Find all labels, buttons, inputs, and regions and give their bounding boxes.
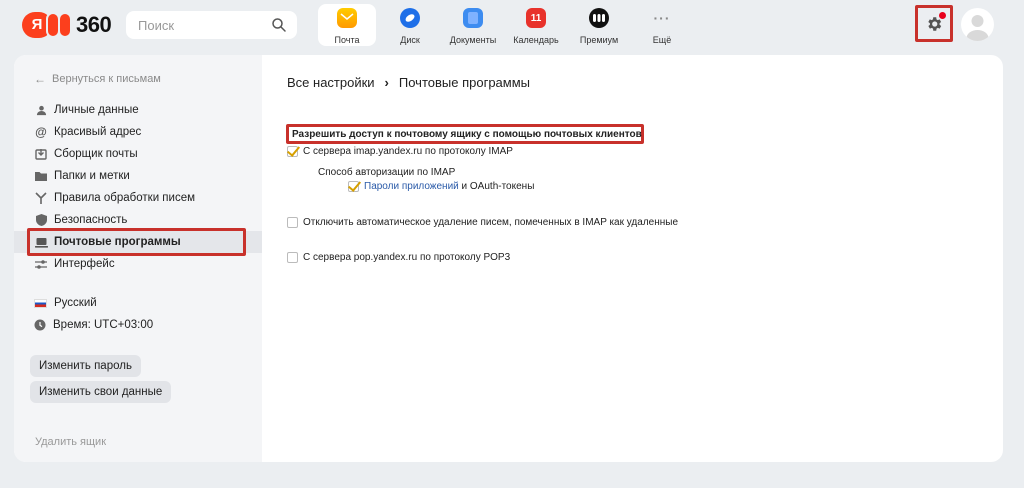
sidebar-item-security[interactable]: Безопасность [14, 209, 262, 231]
sidebar-item-folders[interactable]: Папки и метки [14, 165, 262, 187]
section-title: Разрешить доступ к почтовому ящику с пом… [286, 124, 644, 144]
sidebar-item-label: Сборщик почты [54, 148, 138, 160]
settings-button[interactable] [915, 5, 953, 42]
arrow-left-icon: ← [34, 72, 46, 86]
sidebar-item-label: Личные данные [54, 104, 139, 116]
service-disk[interactable]: Диск [381, 4, 439, 46]
logo-dot [58, 12, 72, 38]
app-passwords-checkbox[interactable] [348, 181, 359, 192]
sidebar-item-label: Почтовые программы [54, 236, 181, 248]
delete-mailbox-link[interactable]: Удалить ящик [35, 436, 106, 448]
language-label: Русский [54, 297, 97, 309]
imap-option[interactable]: С сервера imap.yandex.ru по протоколу IM… [287, 146, 513, 157]
pop3-option[interactable]: С сервера pop.yandex.ru по протоколу POP… [287, 252, 510, 263]
services-bar: Почта Диск Документы 11 Календарь Премиу… [318, 4, 696, 46]
notification-dot [939, 12, 946, 19]
breadcrumb: Все настройки › Почтовые программы [287, 75, 530, 90]
app-passwords-link[interactable]: Пароли приложений [364, 181, 459, 192]
service-more[interactable]: ··· Ещё [633, 4, 691, 46]
imap-auth-method-label: Способ авторизации по IMAP [318, 167, 456, 178]
oauth-tokens-label: и OAuth-токены [458, 181, 535, 192]
shield-icon [34, 213, 48, 227]
settings-content: Все настройки › Почтовые программы Разре… [262, 55, 1003, 462]
service-label: Ещё [652, 35, 672, 45]
pop3-checkbox[interactable] [287, 252, 298, 263]
disk-icon [400, 8, 420, 28]
back-to-mail-link[interactable]: ← Вернуться к письмам [34, 72, 161, 86]
laptop-icon [34, 235, 48, 249]
service-mail[interactable]: Почта [318, 4, 376, 46]
service-docs[interactable]: Документы [444, 4, 502, 46]
search-icon[interactable] [271, 17, 287, 33]
app-passwords-option[interactable]: Пароли приложений и OAuth-токены [348, 181, 534, 192]
breadcrumb-separator: › [384, 75, 389, 90]
sliders-icon [34, 257, 48, 271]
service-label: Документы [449, 35, 497, 45]
sidebar-item-beautiful-address[interactable]: @ Красивый адрес [14, 121, 262, 143]
service-label: Премиум [579, 35, 619, 45]
service-label: Почта [334, 35, 360, 45]
premium-icon [589, 8, 609, 28]
settings-panel: ← Вернуться к письмам Личные данные @ Кр… [14, 55, 1003, 462]
service-label: Календарь [513, 35, 559, 45]
disable-autodelete-option[interactable]: Отключить автоматическое удаление писем,… [287, 217, 678, 228]
service-premium[interactable]: Премиум [570, 4, 628, 46]
pop3-label: С сервера pop.yandex.ru по протоколу POP… [303, 252, 511, 263]
change-data-button[interactable]: Изменить свои данные [30, 381, 172, 403]
back-label: Вернуться к письмам [52, 73, 161, 85]
settings-menu: Личные данные @ Красивый адрес Сборщик п… [14, 99, 262, 275]
sidebar-item-personal-data[interactable]: Личные данные [14, 99, 262, 121]
sidebar-item-label: Правила обработки писем [54, 192, 196, 204]
sidebar-item-mail-programs[interactable]: Почтовые программы [14, 231, 262, 253]
timezone-selector[interactable]: Время: UTC+03:00 [34, 319, 153, 331]
at-icon: @ [35, 125, 47, 139]
breadcrumb-all-settings[interactable]: Все настройки [287, 75, 375, 90]
disable-autodelete-checkbox[interactable] [287, 217, 298, 228]
language-selector[interactable]: Русский [34, 297, 97, 309]
top-bar: Я 360 Почта Диск Документы [0, 0, 1024, 52]
sidebar-item-label: Безопасность [54, 214, 128, 226]
inbox-collector-icon [34, 147, 48, 161]
breadcrumb-current: Почтовые программы [398, 75, 531, 90]
avatar[interactable] [961, 8, 994, 41]
settings-sidebar: ← Вернуться к письмам Личные данные @ Кр… [14, 55, 262, 462]
change-password-button[interactable]: Изменить пароль [30, 355, 141, 377]
sidebar-item-interface[interactable]: Интерфейс [14, 253, 262, 275]
calendar-icon: 11 [526, 8, 546, 28]
service-calendar[interactable]: 11 Календарь [507, 4, 565, 46]
imap-label: С сервера imap.yandex.ru по протоколу IM… [303, 146, 513, 157]
russian-flag-icon [34, 298, 47, 308]
person-icon [34, 103, 48, 117]
disable-autodelete-label: Отключить автоматическое удаление писем,… [303, 217, 679, 228]
sidebar-item-rules[interactable]: Правила обработки писем [14, 187, 262, 209]
sidebar-item-label: Красивый адрес [54, 126, 142, 138]
sidebar-item-label: Папки и метки [54, 170, 130, 182]
folder-icon [34, 169, 48, 183]
docs-icon [463, 8, 483, 28]
timezone-label: Время: UTC+03:00 [53, 319, 154, 331]
imap-checkbox[interactable] [287, 146, 298, 157]
logo-360-text: 360 [76, 12, 112, 37]
clock-icon [34, 319, 46, 331]
rules-icon [34, 191, 48, 205]
logo-dots [46, 12, 72, 38]
sidebar-item-label: Интерфейс [54, 258, 115, 270]
mail-icon [337, 8, 357, 28]
service-label: Диск [400, 35, 420, 45]
more-icon: ··· [653, 10, 671, 26]
yandex-360-logo[interactable]: Я 360 [22, 12, 112, 38]
sidebar-item-mail-collector[interactable]: Сборщик почты [14, 143, 262, 165]
